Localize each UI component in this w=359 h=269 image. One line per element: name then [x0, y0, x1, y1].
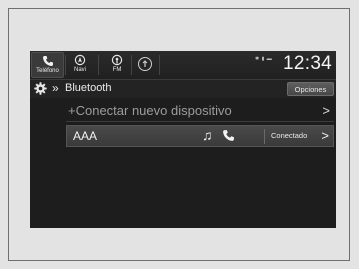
phone-icon [42, 53, 54, 68]
settings-gear-icon[interactable] [34, 82, 47, 95]
device-row-aaa[interactable]: AAA ♫ Conectado > [66, 125, 334, 147]
chevron-right-icon: > [321, 128, 329, 143]
chevron-right-icon: > [322, 103, 330, 118]
status-bar: Teléfono Navi FM ✱ ▮ ▬ 12:34 [30, 51, 336, 79]
options-button[interactable]: Opciones [287, 82, 334, 96]
page-title: Bluetooth [65, 82, 112, 94]
signal-icon: ▮ [261, 56, 265, 62]
device-name: AAA [73, 129, 98, 143]
status-icons: ✱ ▮ ▬ [255, 56, 272, 62]
radio-fm-icon [111, 52, 123, 67]
breadcrumb-chevron-icon: » [52, 81, 59, 95]
navi-app-button[interactable]: Navi [67, 52, 93, 78]
bluetooth-icon: ✱ [255, 56, 260, 62]
phone-app-button[interactable]: Teléfono [31, 52, 64, 78]
music-note-icon: ♫ [202, 127, 213, 143]
page-header: » Bluetooth Opciones [30, 79, 336, 98]
phone-icon [222, 129, 235, 142]
battery-icon: ▬ [266, 56, 273, 62]
audio-source-icon [138, 57, 152, 71]
row-divider [264, 129, 265, 144]
fm-app-label: FM [112, 67, 122, 73]
navi-app-label: Navi [73, 67, 86, 73]
navi-icon [74, 52, 86, 67]
connect-new-device-row[interactable]: +Conectar nuevo dispositivo > [66, 99, 334, 122]
audio-source-button[interactable] [133, 52, 157, 78]
clock: 12:34 [283, 53, 333, 74]
phone-app-label: Teléfono [36, 68, 59, 74]
app-divider [131, 55, 132, 75]
app-divider [65, 55, 66, 75]
app-divider [159, 55, 160, 75]
app-divider [98, 55, 99, 75]
connect-new-device-label: +Conectar nuevo dispositivo [68, 103, 232, 118]
fm-app-button[interactable]: FM [104, 52, 130, 78]
connection-status: Conectado [271, 131, 308, 140]
infotainment-screen: Teléfono Navi FM ✱ ▮ ▬ 12:34 » Bluetooth… [30, 51, 336, 228]
